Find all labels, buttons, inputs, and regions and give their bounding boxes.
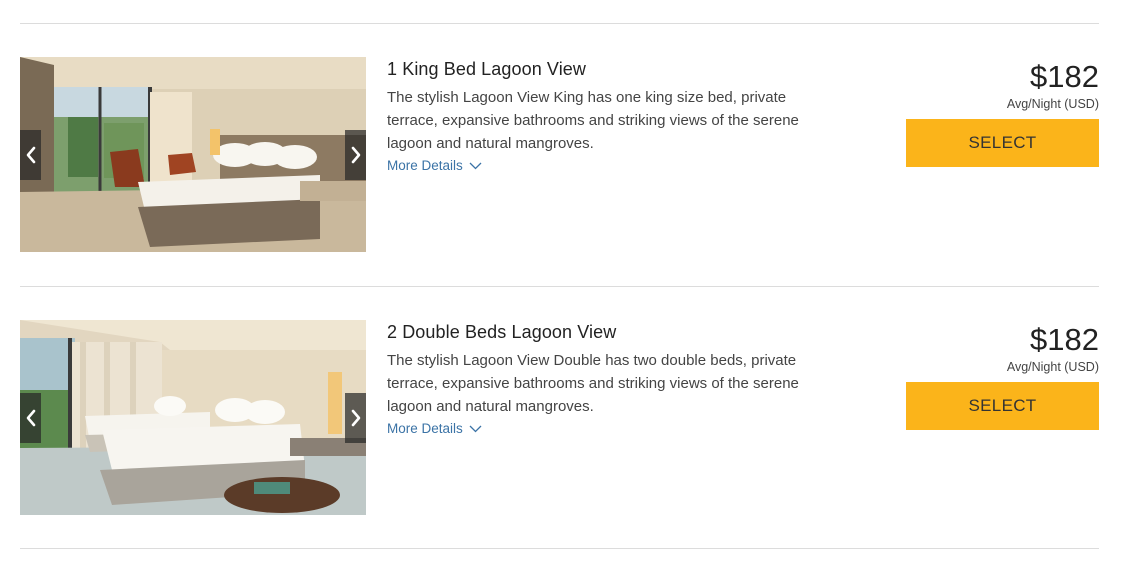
room-title: 2 Double Beds Lagoon View <box>387 322 617 342</box>
divider <box>20 548 1099 549</box>
carousel-prev-button[interactable] <box>20 393 41 443</box>
room-card-double: 2 Double Beds Lagoon View The stylish La… <box>20 320 1099 516</box>
select-button[interactable]: SELECT <box>906 119 1099 167</box>
room-results: 1 King Bed Lagoon View The stylish Lagoo… <box>0 0 1148 567</box>
chevron-left-icon <box>26 146 35 164</box>
room-photo-carousel[interactable] <box>20 320 366 515</box>
carousel-next-button[interactable] <box>345 393 366 443</box>
more-details-label: More Details <box>387 158 463 173</box>
carousel-prev-button[interactable] <box>20 130 41 180</box>
more-details-link[interactable]: More Details <box>387 421 482 436</box>
room-price: $182 <box>1030 322 1099 357</box>
chevron-right-icon <box>351 409 360 427</box>
room-description: The stylish Lagoon View Double has two d… <box>387 352 799 415</box>
more-details-label: More Details <box>387 421 463 436</box>
room-info: 2 Double Beds Lagoon View The stylish La… <box>387 320 807 438</box>
price-block: $182 Avg/Night (USD) SELECT <box>906 320 1099 430</box>
room-card-king: 1 King Bed Lagoon View The stylish Lagoo… <box>20 57 1099 253</box>
chevron-left-icon <box>26 409 35 427</box>
room-title: 1 King Bed Lagoon View <box>387 59 587 79</box>
select-button[interactable]: SELECT <box>906 382 1099 430</box>
more-details-link[interactable]: More Details <box>387 158 482 173</box>
room-photo-king <box>20 57 366 252</box>
divider <box>20 286 1099 287</box>
chevron-down-icon <box>469 162 482 169</box>
room-photo-double <box>20 320 366 515</box>
room-price: $182 <box>1030 59 1099 94</box>
carousel-next-button[interactable] <box>345 130 366 180</box>
divider <box>20 23 1099 24</box>
price-note: Avg/Night (USD) <box>1006 360 1099 374</box>
room-description: The stylish Lagoon View King has one kin… <box>387 89 799 152</box>
room-photo-carousel[interactable] <box>20 57 366 252</box>
price-block: $182 Avg/Night (USD) SELECT <box>906 57 1099 167</box>
chevron-down-icon <box>469 425 482 432</box>
price-note: Avg/Night (USD) <box>1006 97 1099 111</box>
chevron-right-icon <box>351 146 360 164</box>
room-info: 1 King Bed Lagoon View The stylish Lagoo… <box>387 57 807 175</box>
